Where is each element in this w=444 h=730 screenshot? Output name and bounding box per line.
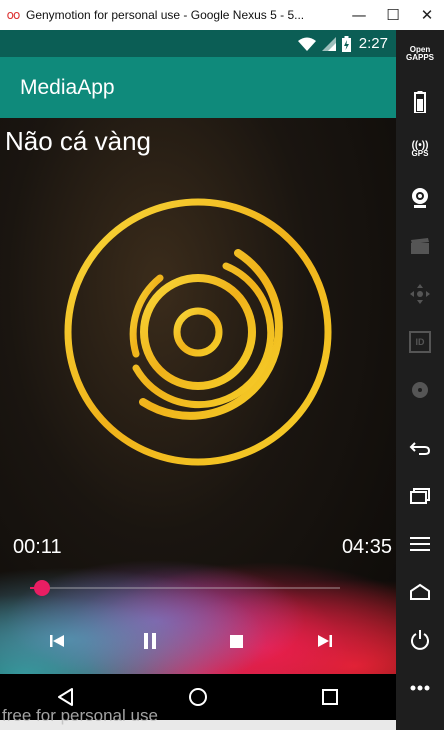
gps-icon: ((•)) GPS <box>411 140 429 158</box>
more-options-button[interactable] <box>396 664 444 712</box>
recent-apps-icon <box>410 488 430 504</box>
dpad-icon <box>410 284 430 304</box>
window-title: Genymotion for personal use - Google Nex… <box>26 8 305 22</box>
id-icon: ID <box>409 331 431 353</box>
disc-artwork-icon <box>64 198 332 466</box>
minimize-button[interactable]: — <box>342 0 376 30</box>
menu-icon <box>410 537 430 551</box>
genymotion-logo-icon: oo <box>6 8 21 22</box>
seek-bar-track[interactable] <box>40 587 340 589</box>
more-dots-icon <box>410 685 430 691</box>
player-screen: Não cá vàng 00:11 04:35 <box>0 118 396 674</box>
gps-button[interactable]: ((•)) GPS <box>396 126 444 174</box>
stop-icon <box>229 634 243 648</box>
home-button[interactable] <box>178 677 218 717</box>
battery-button[interactable] <box>396 78 444 126</box>
disk-io-button[interactable] <box>396 366 444 414</box>
back-triangle-icon <box>58 688 73 706</box>
window-titlebar: oo Genymotion for personal use - Google … <box>0 0 444 31</box>
android-status-bar: 2:27 <box>0 30 396 57</box>
open-gapps-button[interactable]: Open GAPPS <box>396 30 444 78</box>
clapperboard-icon <box>411 238 429 254</box>
total-time: 04:35 <box>341 536 392 558</box>
gps-label: GPS <box>411 149 429 158</box>
device-back-button[interactable] <box>396 424 444 472</box>
song-title: Não cá vàng <box>5 126 151 156</box>
recents-square-icon <box>322 689 338 705</box>
signal-icon <box>321 36 336 51</box>
device-home-button[interactable] <box>396 568 444 616</box>
pause-button[interactable] <box>137 628 163 654</box>
webcam-icon <box>412 188 428 208</box>
device-power-button[interactable] <box>396 616 444 664</box>
device-menu-button[interactable] <box>396 520 444 568</box>
next-button[interactable] <box>312 628 338 654</box>
disk-icon <box>412 382 428 398</box>
recents-button[interactable] <box>310 677 350 717</box>
battery-charging-icon <box>341 35 351 52</box>
stop-button[interactable] <box>223 628 249 654</box>
next-icon <box>318 635 332 647</box>
previous-button[interactable] <box>44 628 70 654</box>
wifi-icon <box>297 37 316 51</box>
webcam-button[interactable] <box>396 174 444 222</box>
app-bar: MediaApp <box>0 57 396 118</box>
remote-control-button[interactable] <box>396 270 444 318</box>
genymotion-side-panel: Open GAPPS ((•)) GPS ID <box>396 30 444 730</box>
screencast-button[interactable] <box>396 222 444 270</box>
back-arrow-icon <box>409 442 431 455</box>
open-gapps-label-2: GAPPS <box>405 53 434 62</box>
close-button[interactable]: ✕ <box>410 0 444 30</box>
watermark-text: free for personal use <box>2 706 158 725</box>
device-recents-button[interactable] <box>396 472 444 520</box>
status-clock: 2:27 <box>358 35 388 52</box>
device-id-button[interactable]: ID <box>396 318 444 366</box>
maximize-button[interactable]: ☐ <box>376 0 410 30</box>
pause-icon <box>144 633 156 649</box>
home-icon <box>410 583 430 600</box>
elapsed-time: 00:11 <box>13 536 62 558</box>
battery-icon <box>414 91 426 113</box>
app-title: MediaApp <box>20 75 115 99</box>
previous-icon <box>50 635 64 647</box>
power-icon <box>411 630 429 650</box>
open-gapps-icon: Open GAPPS <box>406 46 434 62</box>
device-screen: 2:27 MediaApp Não cá vàng 00:11 04:35 <box>0 30 396 720</box>
home-circle-icon <box>189 688 207 706</box>
